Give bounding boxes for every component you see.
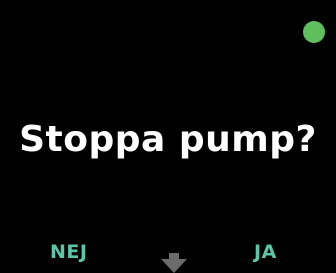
yes-button[interactable]: JA: [254, 240, 277, 264]
status-dot-icon: [303, 21, 325, 43]
down-arrow-icon: [161, 253, 187, 273]
no-button[interactable]: NEJ: [50, 240, 87, 264]
confirm-question: Stoppa pump?: [19, 119, 317, 160]
pump-screen: Stoppa pump? NEJ JA: [0, 0, 336, 273]
